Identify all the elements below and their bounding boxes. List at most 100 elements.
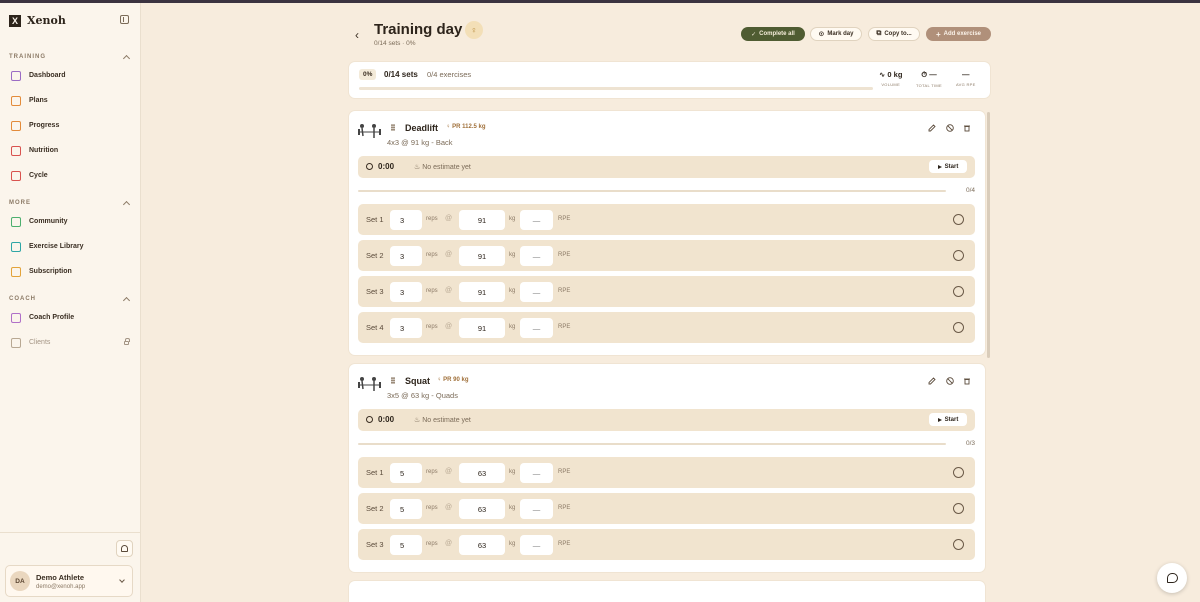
mark-day-button[interactable]: ⊙ Mark day [810,27,862,41]
section-header[interactable]: TRAINING [0,51,141,63]
rpe-input[interactable] [520,463,553,483]
add-exercise-button[interactable]: + Add exercise [926,27,991,41]
play-icon [937,164,942,169]
section-header[interactable]: COACH [0,293,141,305]
personal-record: ♀ PR 112.5 kg [446,124,486,130]
section-header[interactable]: MORE [0,197,141,209]
reps-unit: reps [426,469,438,475]
window-top-bar [0,0,1200,3]
rpe-input[interactable] [520,318,553,338]
chevron-up-icon [122,200,131,209]
user-menu[interactable]: DA Demo Athlete demo@xenoh.app [5,565,133,597]
sidebar-item-cycle[interactable]: Cycle [0,163,141,188]
chat-button[interactable] [1157,563,1187,593]
trash-icon[interactable] [962,376,972,386]
rpe-input[interactable] [520,499,553,519]
user-email: demo@xenoh.app [36,583,86,590]
kg-unit: kg [509,324,516,330]
trash-icon[interactable] [962,123,972,133]
total-time-stat: ⏱ — TOTAL TIME [916,70,942,88]
complete-set-checkbox[interactable] [953,467,964,478]
complete-set-checkbox[interactable] [953,539,964,550]
mark-day-label: Mark day [827,31,854,37]
sidebar-item-label: Nutrition [29,147,59,154]
back-button[interactable]: ‹ [355,28,359,42]
weight-input[interactable] [459,282,505,302]
sidebar-collapse-icon[interactable] [120,15,129,24]
sidebar-item-clients[interactable]: Clients [0,330,141,355]
copy-icon: ⧉ [876,30,882,37]
exercise-meta: 3x5 @ 63 kg - Quads [387,391,458,400]
skip-icon[interactable] [945,123,955,133]
sidebar-item-exercise-library[interactable]: Exercise Library [0,234,141,259]
complete-set-checkbox[interactable] [953,322,964,333]
trophy-icon[interactable]: ♀ [465,21,483,39]
reps-unit: reps [426,288,438,294]
kg-unit: kg [509,505,516,511]
section-title: COACH [9,296,36,302]
weight-input[interactable] [459,499,505,519]
weight-input[interactable] [459,535,505,555]
complete-set-checkbox[interactable] [953,286,964,297]
reps-input[interactable] [390,535,422,555]
reps-unit: reps [426,541,438,547]
exercise-illustration-icon [358,377,381,391]
edit-icon[interactable] [927,123,937,133]
reps-input[interactable] [390,318,422,338]
rest-timer: 0:00 ♨ No estimate yet Start [358,156,975,178]
reps-input[interactable] [390,282,422,302]
set-row: Set 4 reps @ kg RPE [358,312,975,343]
reps-input[interactable] [390,246,422,266]
avg-rpe-stat: — AVG RPE [956,70,976,87]
summary-exercises: 0/4 exercises [427,70,472,79]
reps-input[interactable] [390,210,422,230]
sidebar-item-coach-profile[interactable]: Coach Profile [0,305,141,330]
rpe-input[interactable] [520,210,553,230]
reps-input[interactable] [390,463,422,483]
scrollbar[interactable] [987,112,990,358]
complete-all-button[interactable]: ✓ Complete all [741,27,805,41]
skip-icon[interactable] [945,376,955,386]
rpe-unit: RPE [558,216,571,222]
weight-input[interactable] [459,210,505,230]
drag-handle-icon[interactable] [391,124,395,131]
rpe-input[interactable] [520,535,553,555]
set-row: Set 2 reps @ kg RPE [358,240,975,271]
page-title: Training day [374,21,463,38]
total-time-label: TOTAL TIME [916,83,942,88]
start-timer-button[interactable]: Start [929,160,967,173]
brand[interactable]: X Xenoh [9,14,66,27]
sidebar-item-progress[interactable]: Progress [0,113,141,138]
session-summary: 0% 0/14 sets 0/4 exercises ∿ 0 kg VOLUME… [349,62,990,98]
stopwatch-icon [366,416,373,423]
sidebar-item-label: Coach Profile [29,314,75,321]
sidebar: X Xenoh TRAINING Dashboard Plans Progress Nu… [0,3,141,602]
sidebar-item-nutrition[interactable]: Nutrition [0,138,141,163]
exercise-card: Deadlift ♀ PR 112.5 kg 4x3 @ 91 kg - Back 0… [349,111,985,355]
complete-set-checkbox[interactable] [953,250,964,261]
reps-input[interactable] [390,499,422,519]
rpe-input[interactable] [520,246,553,266]
copy-to-button[interactable]: ⧉ Copy to... [868,27,920,41]
sidebar-item-plans[interactable]: Plans [0,88,141,113]
rpe-input[interactable] [520,282,553,302]
sidebar-item-community[interactable]: Community [0,209,141,234]
drag-handle-icon[interactable] [391,377,395,384]
start-timer-button[interactable]: Start [929,413,967,426]
complete-set-checkbox[interactable] [953,214,964,225]
weight-input[interactable] [459,318,505,338]
copy-to-label: Copy to... [884,31,912,37]
reps-unit: reps [426,324,438,330]
utensils-icon [11,145,21,156]
reps-unit: reps [426,216,438,222]
edit-icon[interactable] [927,376,937,386]
sidebar-item-label: Community [29,218,68,225]
at-symbol: @ [445,540,453,547]
volume-stat: ∿ 0 kg VOLUME [879,70,902,87]
sidebar-item-dashboard[interactable]: Dashboard [0,63,141,88]
notifications-button[interactable] [116,540,133,557]
complete-set-checkbox[interactable] [953,503,964,514]
weight-input[interactable] [459,246,505,266]
weight-input[interactable] [459,463,505,483]
sidebar-item-subscription[interactable]: Subscription [0,259,141,284]
